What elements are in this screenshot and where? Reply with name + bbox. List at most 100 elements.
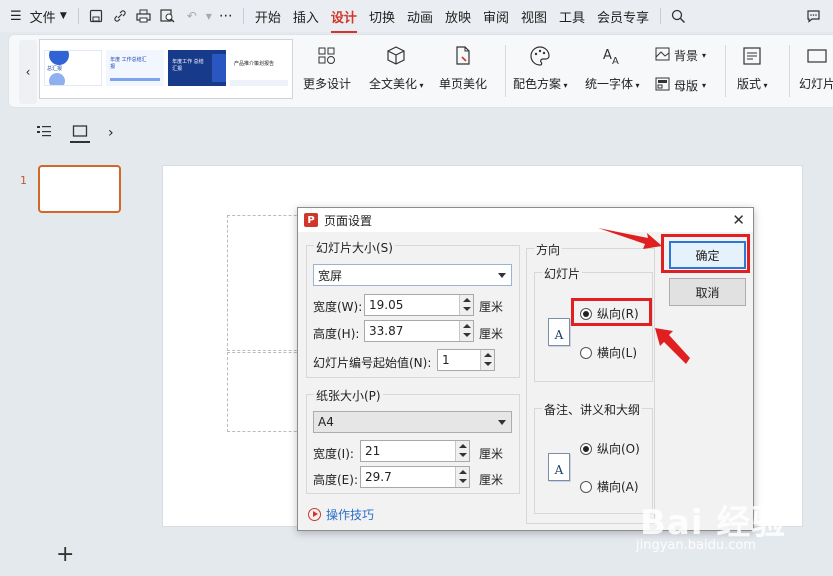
width-input-value: 19.05 [369,298,404,312]
more-design-button[interactable]: 更多设计 [303,43,351,103]
full-beautify-label: 全文美化 ▾ [369,75,424,92]
notes-landscape-radio[interactable]: 横向(A) [580,478,639,495]
paper-height-stepper[interactable] [455,467,469,487]
layout-text: 版式 [737,77,762,91]
print-preview-icon[interactable] [159,7,177,25]
template-thumb-3[interactable]: 年度工作 总结汇报 [168,50,227,86]
chat-icon[interactable] [804,7,822,25]
slides-panel-toolbar: › [36,124,114,143]
template-thumb-1-text: 总汇报 [47,66,63,72]
template-thumb-2-text: 年度 工作总结汇报 [110,57,147,70]
paper-height-unit: 厘米 [479,473,504,487]
divider [789,45,790,97]
page-magic-icon [450,43,476,69]
search-icon[interactable] [669,7,687,25]
ribbon-prev-button[interactable]: ‹ [19,40,37,104]
grid-apps-icon [314,43,340,69]
paper-width-label: 宽度(I): [313,447,354,461]
highlight-ok-button [661,234,750,273]
tab-animation[interactable]: 动画 [401,7,439,26]
more-icon[interactable]: ⋯ [217,7,235,25]
hamburger-icon[interactable]: ☰ [0,9,28,24]
paper-width-value: 21 [365,444,381,458]
background-button[interactable]: 背景 ▾ [655,47,706,64]
chevron-right-icon[interactable]: › [108,125,114,141]
height-label: 高度(H): [313,327,360,341]
link-icon[interactable] [111,7,129,25]
paper-width-stepper[interactable] [455,441,469,461]
slides-panel: › 1 + [0,112,138,576]
file-menu[interactable]: 文件 ▼ [28,7,73,26]
template-thumb-4-text: 产品推介策划报告 [234,61,275,67]
paper-width-input[interactable]: 21 [360,440,470,462]
template-thumb-3-text: 年度工作 总结汇报 [172,59,204,72]
paper-size-select[interactable]: A4 [313,411,512,433]
tab-review[interactable]: 审阅 [477,7,515,26]
print-icon[interactable] [135,7,153,25]
play-circle-icon [308,508,321,521]
tab-slideshow[interactable]: 放映 [439,7,477,26]
save-icon[interactable] [87,7,105,25]
tab-tools[interactable]: 工具 [553,7,591,26]
landscape-radio[interactable]: 横向(L) [580,344,637,361]
tab-transition[interactable]: 切换 [363,7,401,26]
tab-view[interactable]: 视图 [515,7,553,26]
width-stepper[interactable] [459,295,473,315]
slide-size-select-value: 宽屏 [318,268,343,283]
tab-member[interactable]: 会员专享 [591,7,655,26]
chevron-left-icon: ‹ [25,65,31,79]
unify-font-label: 统一字体 ▾ [585,75,640,92]
start-number-input[interactable]: 1 [437,349,495,371]
tab-home[interactable]: 开始 [249,7,287,26]
notes-portrait-radio[interactable]: 纵向(O) [580,440,640,457]
landscape-label: 横向(L) [597,346,638,360]
template-thumb-1[interactable]: 总汇报 [44,50,103,86]
outline-view-icon[interactable] [36,124,52,141]
dropdown-arrow-icon [498,273,506,278]
ribbon: ‹ 总汇报 年度 工作总结汇报 年度工作 总结汇报 产品推介策划报告 更多设计 … [8,34,833,108]
tab-design[interactable]: 设计 [325,7,363,33]
start-number-stepper[interactable] [480,350,494,370]
dropdown-arrow-icon [498,420,506,425]
palette-icon [527,43,553,69]
notes-orientation-label: 备注、讲义和大纲 [542,401,643,418]
unify-font-button[interactable]: AA 统一字体 ▾ [585,43,640,103]
placeholder-box[interactable] [227,215,307,351]
template-thumb-4[interactable]: 产品推介策划报告 [230,50,288,86]
layout-button[interactable]: 版式 ▾ [737,43,768,103]
full-beautify-button[interactable]: 全文美化 ▾ [369,43,424,103]
height-input[interactable]: 33.87 [364,320,474,342]
dialog-title: 页面设置 [324,213,373,228]
add-slide-icon[interactable]: + [56,542,74,567]
slide-size-select[interactable]: 宽屏 [313,264,512,286]
color-scheme-button[interactable]: 配色方案 ▾ [513,43,568,103]
width-input[interactable]: 19.05 [364,294,474,316]
divider [242,8,244,24]
template-thumb-2[interactable]: 年度 工作总结汇报 [106,50,165,86]
notes-landscape-label: 横向(A) [597,480,639,494]
placeholder-box[interactable] [227,352,307,432]
close-icon[interactable]: ✕ [732,211,745,229]
svg-text:A: A [603,48,612,63]
undo-icon[interactable]: ↶ [183,7,201,25]
radio-unselected-icon [580,480,592,493]
chevron-down-icon: ▾ [702,51,707,60]
tips-link[interactable]: 操作技巧 [308,506,374,523]
tab-insert[interactable]: 插入 [287,7,325,26]
chevron-down-icon: ▾ [417,81,424,90]
portrait-page-icon: A [548,318,570,346]
cancel-button[interactable]: 取消 [669,278,746,306]
paper-width-unit: 厘米 [479,447,504,461]
master-button[interactable]: 母版 ▾ [655,77,706,94]
paper-height-label: 高度(E): [313,473,358,487]
slide-view-icon[interactable] [70,124,90,143]
paper-height-input[interactable]: 29.7 [360,466,470,488]
file-menu-label: 文件 [29,10,56,26]
height-unit: 厘米 [479,327,504,341]
height-stepper[interactable] [459,321,473,341]
single-beautify-button[interactable]: 单页美化 [439,43,487,103]
background-label: 背景 [674,49,699,63]
slide-thumbnail[interactable] [38,165,121,213]
slide-size-button[interactable]: 幻灯片 [799,43,833,103]
chevron-down-icon: ▾ [761,81,768,90]
